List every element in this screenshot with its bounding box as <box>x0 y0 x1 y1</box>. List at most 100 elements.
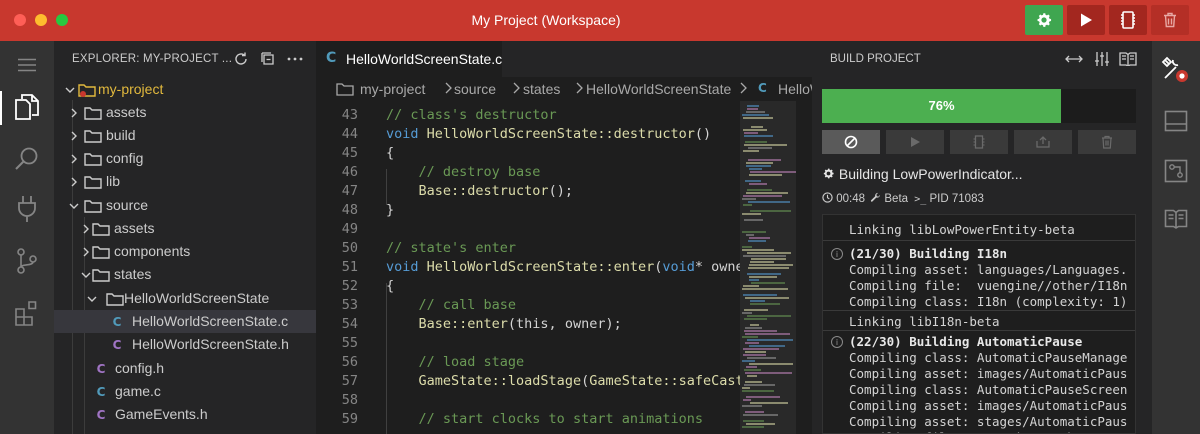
folder-icon <box>92 243 110 261</box>
tree-item[interactable]: lib <box>54 170 316 193</box>
minimap-line <box>749 183 767 185</box>
minimap-line <box>746 192 788 194</box>
tree-item[interactable]: build <box>54 124 316 147</box>
code-line[interactable]: 53 // call base <box>316 297 740 316</box>
minimap-line <box>743 348 779 350</box>
tree-item[interactable]: states <box>54 263 316 286</box>
code-line[interactable]: 49 <box>316 221 740 240</box>
minimap-line <box>742 426 764 428</box>
minimap-line <box>742 246 752 248</box>
build-log[interactable]: Linking libLowPowerEntity-beta i (21/30) B… <box>822 214 1136 434</box>
abort-build-button[interactable] <box>822 130 880 154</box>
code-line[interactable]: 52 { <box>316 278 740 297</box>
code-token: Base::destructor <box>418 183 549 199</box>
extensions-plug-button[interactable] <box>0 185 54 233</box>
code-line[interactable]: 59 // start clocks to start animations <box>316 411 740 430</box>
breadcrumb-item[interactable]: states <box>523 81 560 97</box>
code-line[interactable]: 48} <box>316 202 740 221</box>
breadcrumb-item[interactable]: source <box>454 81 496 97</box>
tree-item[interactable]: assets <box>54 217 316 240</box>
run-button[interactable] <box>1067 5 1105 35</box>
export-build-button[interactable] <box>1014 130 1072 154</box>
code-line[interactable]: 57 GameState::loadStage(GameState::safeC… <box>316 373 740 392</box>
code-line[interactable]: 45 { <box>316 145 740 164</box>
tree-item[interactable]: Cconfig.h <box>54 357 316 380</box>
minimap-line <box>743 150 759 152</box>
tree-item[interactable]: components <box>54 240 316 263</box>
tree-item[interactable]: source <box>54 194 316 217</box>
extensions-view-button[interactable] <box>0 289 54 337</box>
clean-build-button[interactable] <box>1078 130 1136 154</box>
code-line[interactable]: 46 // destroy base <box>316 164 740 183</box>
chevron-right-icon <box>71 131 77 141</box>
docs-view-button[interactable] <box>1152 195 1200 243</box>
tree-item-label: HelloWorldScreenState <box>124 290 270 306</box>
minimap[interactable] <box>740 101 812 434</box>
emulator-view-button[interactable] <box>1152 147 1200 195</box>
documentation-button[interactable] <box>1118 50 1138 68</box>
build-panel: BUILD PROJECT 76% Building LowPowerIndic… <box>812 41 1152 434</box>
line-number: 58 <box>341 392 358 408</box>
breadcrumb-item[interactable]: HelloW <box>778 81 812 97</box>
tree-item-label: lib <box>106 173 121 189</box>
minimap-line <box>751 258 786 260</box>
run-build-button[interactable] <box>886 130 944 154</box>
source-control-button[interactable] <box>0 237 54 285</box>
code-line[interactable]: 58 <box>316 392 740 411</box>
tree-item[interactable]: my-project <box>54 78 316 101</box>
tab-hello-world-screen-state-c[interactable]: C HelloWorldScreenState.c <box>316 41 502 77</box>
code-token: ( <box>581 373 590 389</box>
flash-build-button[interactable] <box>950 130 1008 154</box>
tree-item[interactable]: config <box>54 147 316 170</box>
build-options-button[interactable] <box>1092 50 1112 68</box>
chevron-down-icon <box>81 272 91 278</box>
code-token: HelloWorldScreenState::destructor <box>426 126 695 142</box>
toggle-width-button[interactable] <box>1064 50 1084 68</box>
line-number: 49 <box>341 221 358 237</box>
minimap-line <box>745 381 762 383</box>
tree-item[interactable]: Cgame.c <box>54 380 316 403</box>
chevron-right-icon <box>740 82 747 94</box>
log-line: Compiling file: vuengine//other/I18n <box>849 278 1128 293</box>
code-line[interactable]: 56 // load stage <box>316 354 740 373</box>
line-number: 55 <box>341 335 358 351</box>
code-line[interactable]: 50 // state's enter <box>316 240 740 259</box>
minimap-line <box>743 117 773 119</box>
clean-button[interactable] <box>1151 5 1189 35</box>
code-line[interactable]: 55 <box>316 335 740 354</box>
refresh-button[interactable] <box>232 50 250 68</box>
code-line[interactable]: 54 Base::enter(this, owner); <box>316 316 740 335</box>
breadcrumb-item[interactable]: HelloWorldScreenState <box>586 81 731 97</box>
collapse-all-button[interactable] <box>259 50 277 68</box>
line-number: 44 <box>341 126 358 142</box>
code-line[interactable]: 43 // class's destructor <box>316 107 740 126</box>
panel-toggle-button[interactable] <box>1152 97 1200 145</box>
line-number: 52 <box>341 278 358 294</box>
tree-item[interactable]: C GameEvents.h <box>54 403 316 426</box>
code-line[interactable]: 51 void HelloWorldScreenState::enter(void… <box>316 259 740 278</box>
tree-item[interactable]: assets <box>54 101 316 124</box>
tree-item[interactable]: C HelloWorldScreenState.h <box>54 333 316 356</box>
code-token: (); <box>548 183 573 199</box>
more-actions-button[interactable] <box>286 50 304 68</box>
code-text: // state's enter <box>386 240 516 256</box>
menu-button[interactable] <box>0 41 54 89</box>
code-line[interactable]: 47 Base::destructor(); <box>316 183 740 202</box>
code-token: GameState::loadStage <box>418 373 582 389</box>
tree-item[interactable]: C HelloWorldScreenState.c <box>54 310 316 333</box>
trash-icon <box>1102 135 1112 149</box>
flash-button[interactable] <box>1109 5 1147 35</box>
explorer-view-button[interactable] <box>0 83 54 131</box>
code-line[interactable]: 44 void HelloWorldScreenState::destructor… <box>316 126 740 145</box>
code-editor[interactable]: 43 // class's destructor 44 void HelloWorld… <box>316 101 740 434</box>
line-number: 59 <box>341 411 358 427</box>
search-view-button[interactable] <box>0 135 54 183</box>
build-settings-button[interactable] <box>1025 5 1063 35</box>
code-token: void <box>386 259 419 275</box>
tree-item-label: GameEvents.h <box>115 406 208 422</box>
tree-item[interactable]: HelloWorldScreenState <box>54 287 316 310</box>
build-view-button[interactable] <box>1152 45 1200 93</box>
breadcrumb-item[interactable]: my-project <box>360 81 425 97</box>
